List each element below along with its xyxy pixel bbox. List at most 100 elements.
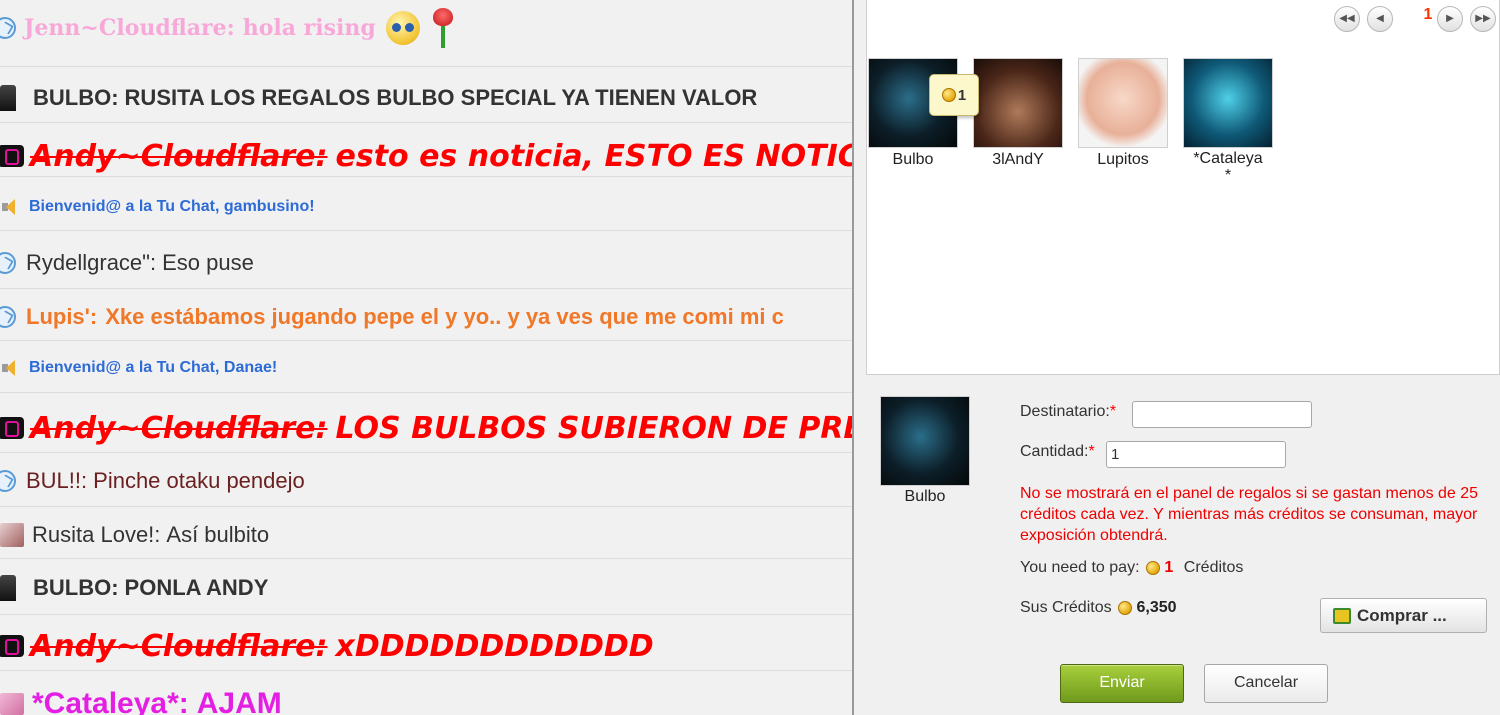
recipient-name: Bulbo [892, 151, 934, 168]
chat-author[interactable]: BUL!!: [26, 468, 87, 494]
rose-emoticon-icon [428, 8, 458, 48]
first-page-button[interactable]: ◀◀ [1334, 6, 1360, 32]
recipient-name: Lupitos [1097, 151, 1149, 168]
buy-credits-button[interactable]: Comprar ... [1320, 598, 1487, 633]
chat-message: Rusita Love!: Así bulbito [0, 519, 852, 551]
announcement-speaker-icon [0, 198, 20, 216]
chat-text: LOS BULBOS SUBIERON DE PRECIO [335, 410, 852, 446]
user-avatar[interactable] [0, 635, 24, 657]
chat-message: Bienvenid@ a la Tu Chat, gambusino! [0, 194, 852, 220]
chat-message: Andy~Cloudflare: LOS BULBOS SUBIERON DE … [0, 408, 852, 448]
chat-text: PONLA ANDY [124, 575, 269, 600]
chat-separator [0, 670, 852, 671]
chat-author[interactable]: Rydellgrace": [26, 250, 156, 276]
chat-separator [0, 340, 852, 341]
chat-message: BULBO: RUSITA LOS REGALOS BULBO SPECIAL … [0, 82, 852, 114]
chat-separator [0, 66, 852, 67]
current-page-number: 1 [1423, 6, 1433, 23]
chat-author[interactable]: BULBO: [33, 575, 119, 601]
credit-balance: Sus Créditos 6,350 [1020, 599, 1177, 616]
chat-text: Xke estábamos jugando pepe el y yo.. y y… [105, 304, 784, 329]
system-welcome-text: Bienvenid@ a la Tu Chat, Danae! [29, 359, 278, 376]
chat-author[interactable]: Andy~Cloudflare: [30, 411, 327, 446]
user-avatar[interactable] [0, 85, 16, 111]
user-thumbnail[interactable] [1078, 58, 1168, 148]
chat-message: *Cataleya*: AJAM [0, 684, 852, 715]
chat-separator [0, 614, 852, 615]
chat-author[interactable]: Lupis': [26, 304, 97, 330]
chat-separator [0, 392, 852, 393]
recipient-list-panel: ◀◀ ◀ 1 ▶ ▶▶ Bulbo 3lAndY Lupitos *Catale… [866, 0, 1500, 375]
coin-icon [1145, 560, 1160, 575]
chat-bubble-icon [0, 17, 16, 39]
chat-bubble-icon [0, 470, 16, 492]
announcement-speaker-icon [0, 359, 20, 377]
chat-author[interactable]: Andy~Cloudflare: [30, 139, 327, 174]
next-page-button[interactable]: ▶ [1437, 6, 1463, 32]
send-button[interactable]: Enviar [1060, 664, 1184, 703]
selected-user-thumbnail [880, 396, 970, 486]
chat-bubble-icon [0, 252, 16, 274]
chat-text: AJAM [196, 687, 282, 715]
chat-bubble-icon [0, 306, 16, 328]
prev-page-button[interactable]: ◀ [1367, 6, 1393, 32]
recipient-label: Destinatario:* [1020, 403, 1117, 420]
gift-notice-text: No se mostrará en el panel de regalos si… [1020, 485, 1479, 544]
chat-author[interactable]: Jenn~Cloudflare: [24, 15, 235, 41]
chat-text: hola rising [242, 15, 376, 41]
cancel-button[interactable]: Cancelar [1204, 664, 1328, 703]
chat-text: Eso puse [162, 250, 254, 275]
chat-panel[interactable]: Jenn~Cloudflare: hola rising BULBO: RUSI… [0, 0, 852, 715]
recipient-name: 3lAndY [992, 151, 1044, 168]
system-welcome-text: Bienvenid@ a la Tu Chat, gambusino! [29, 198, 315, 215]
chat-author[interactable]: *Cataleya*: [32, 687, 189, 715]
quantity-input[interactable] [1106, 441, 1286, 468]
user-avatar[interactable] [0, 523, 24, 547]
payment-summary: You need to pay: 1 Créditos [1020, 559, 1244, 576]
chat-separator [0, 230, 852, 231]
chat-message: BULBO: PONLA ANDY [0, 572, 852, 604]
chat-message: Andy~Cloudflare: xDDDDDDDDDDDD [0, 626, 852, 666]
user-avatar[interactable] [0, 417, 24, 439]
coin-icon [941, 88, 956, 102]
user-thumbnail[interactable] [973, 58, 1063, 148]
user-avatar[interactable] [0, 145, 24, 167]
chat-text: Así bulbito [166, 522, 270, 547]
balance-amount: 6,350 [1136, 599, 1177, 616]
chat-message: Lupis': Xke estábamos jugando pepe el y … [0, 301, 852, 333]
chat-separator [0, 452, 852, 453]
recipient-card-3landy[interactable]: 3lAndY [972, 58, 1064, 170]
chat-separator [0, 558, 852, 559]
recipient-card-cataleya[interactable]: *Cataleya * [1182, 58, 1274, 184]
chat-author[interactable]: Andy~Cloudflare: [30, 629, 327, 664]
chat-message: BUL!!: Pinche otaku pendejo [0, 465, 852, 497]
quantity-label: Cantidad:* [1020, 443, 1095, 460]
gift-count: 1 [957, 86, 967, 104]
user-avatar[interactable] [0, 693, 24, 715]
last-page-button[interactable]: ▶▶ [1470, 6, 1496, 32]
recipient-input[interactable] [1132, 401, 1312, 428]
user-avatar[interactable] [0, 575, 16, 601]
chat-message: Jenn~Cloudflare: hola rising [0, 8, 852, 48]
chat-separator [0, 288, 852, 289]
chat-message: Rydellgrace": Eso puse [0, 247, 852, 279]
chat-text: Pinche otaku pendejo [93, 468, 305, 493]
chat-message: Andy~Cloudflare: esto es noticia, ESTO E… [0, 136, 852, 176]
chat-author[interactable]: BULBO: [33, 85, 119, 111]
chat-text: RUSITA LOS REGALOS BULBO SPECIAL YA TIEN… [124, 85, 758, 110]
selected-user-name: Bulbo [904, 488, 946, 505]
chat-separator [0, 506, 852, 507]
recipient-name: *Cataleya * [1193, 150, 1263, 184]
shop-icon [1333, 607, 1351, 624]
recipient-card-lupitos[interactable]: Lupitos [1077, 58, 1169, 170]
surprised-face-emoticon-icon [385, 11, 420, 45]
user-thumbnail[interactable] [1183, 58, 1273, 148]
chat-author[interactable]: Rusita Love!: [32, 522, 160, 548]
pay-amount: 1 [1164, 559, 1174, 576]
chat-separator [0, 176, 852, 177]
chat-message: Bienvenid@ a la Tu Chat, Danae! [0, 355, 852, 381]
chat-text: xDDDDDDDDDDDD [335, 628, 654, 664]
chat-text: esto es noticia, ESTO ES NOTICIA [335, 138, 852, 174]
gift-count-badge: 1 [929, 74, 979, 116]
coin-icon [1118, 600, 1133, 615]
